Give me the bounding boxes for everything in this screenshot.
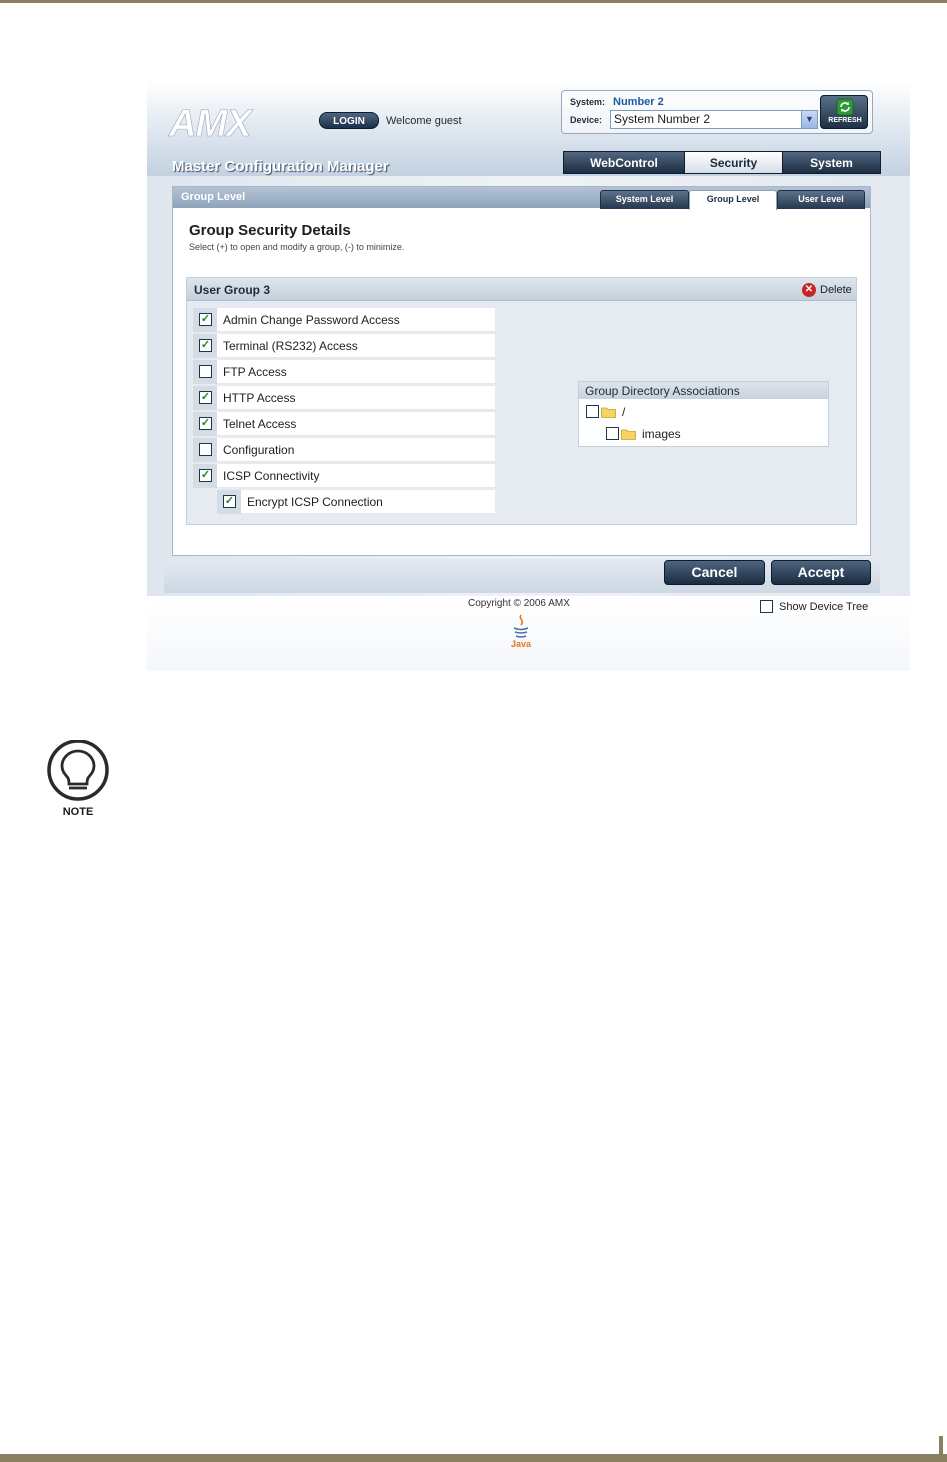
permission-label: FTP Access	[223, 365, 287, 379]
tab-group-level[interactable]: Group Level	[689, 190, 777, 210]
system-label: System:	[570, 97, 606, 107]
permission-label: Admin Change Password Access	[223, 313, 400, 327]
permission-row: ✓ Terminal (RS232) Access	[193, 334, 495, 358]
delete-button[interactable]: Delete	[820, 284, 852, 296]
refresh-icon	[836, 98, 854, 116]
folder-icon	[621, 429, 636, 440]
refresh-button[interactable]: REFRESH	[820, 95, 868, 129]
user-group-header[interactable]: User Group 3 ✕ Delete	[187, 278, 856, 301]
delete-icon[interactable]: ✕	[802, 283, 816, 297]
directory-label[interactable]: /	[622, 405, 625, 419]
permission-row: Configuration	[193, 438, 495, 462]
panel-header: Group Level System Level Group Level Use…	[173, 187, 870, 210]
directory-checkbox[interactable]	[586, 405, 599, 418]
note-lightbulb-icon: NOTE	[47, 740, 109, 818]
device-select-value: System Number 2	[614, 112, 711, 126]
permission-checkbox[interactable]: ✓	[199, 469, 212, 482]
permission-row: ✓ Encrypt ICSP Connection	[217, 490, 495, 514]
app-window: AMX LOGIN Welcome guest System: Number 2…	[147, 81, 910, 671]
java-logo-icon: Java	[511, 614, 532, 649]
permission-checkbox[interactable]	[199, 365, 212, 378]
amx-logo: AMX	[168, 105, 256, 139]
permission-row: ✓ HTTP Access	[193, 386, 495, 410]
system-device-box: System: Number 2 Device: System Number 2…	[561, 90, 873, 134]
show-device-tree-checkbox[interactable]	[760, 600, 773, 613]
permission-label: Configuration	[223, 443, 295, 457]
refresh-label: REFRESH	[828, 117, 862, 124]
details-hint: Select (+) to open and modify a group, (…	[189, 242, 405, 252]
permission-row: ✓ ICSP Connectivity	[193, 464, 495, 488]
permission-checkbox[interactable]: ✓	[199, 339, 212, 352]
directory-item-root: /	[586, 403, 786, 421]
permission-checkbox[interactable]	[199, 443, 212, 456]
svg-text:Java: Java	[511, 639, 532, 649]
directory-title: Group Directory Associations	[585, 384, 740, 398]
svg-text:NOTE: NOTE	[63, 806, 94, 818]
permission-checkbox[interactable]: ✓	[199, 417, 212, 430]
app-title: Master Configuration Manager	[172, 158, 389, 175]
page-corner-mark	[939, 1436, 943, 1456]
directory-label[interactable]: images	[642, 427, 681, 441]
tab-security[interactable]: Security	[684, 151, 783, 174]
device-label: Device:	[570, 115, 603, 125]
welcome-text: Welcome guest	[386, 115, 462, 127]
permission-label: Terminal (RS232) Access	[223, 339, 358, 353]
details-title: Group Security Details	[189, 222, 351, 239]
permission-label: Encrypt ICSP Connection	[247, 495, 383, 509]
directory-checkbox[interactable]	[606, 427, 619, 440]
folder-icon	[601, 407, 616, 418]
permission-label: HTTP Access	[223, 391, 296, 405]
accept-button[interactable]: Accept	[771, 560, 871, 585]
system-value: Number 2	[613, 96, 664, 108]
permission-row: ✓ Telnet Access	[193, 412, 495, 436]
login-button[interactable]: LOGIN	[319, 112, 379, 129]
permission-checkbox[interactable]: ✓	[223, 495, 236, 508]
permission-row: ✓ Admin Change Password Access	[193, 308, 495, 332]
tab-system[interactable]: System	[782, 151, 881, 174]
tab-system-level[interactable]: System Level	[600, 190, 689, 209]
svg-text:AMX: AMX	[168, 105, 254, 139]
directory-item-images: images	[606, 425, 806, 443]
user-group-title: User Group 3	[194, 283, 271, 297]
tab-user-level[interactable]: User Level	[777, 190, 865, 209]
copyright-text: Copyright © 2006 AMX	[468, 598, 570, 609]
permission-label: ICSP Connectivity	[223, 469, 320, 483]
permission-checkbox[interactable]: ✓	[199, 313, 212, 326]
permission-row: FTP Access	[193, 360, 495, 384]
permission-label: Telnet Access	[223, 417, 297, 431]
directory-header: Group Directory Associations	[579, 382, 828, 399]
tab-webcontrol[interactable]: WebControl	[563, 151, 685, 174]
group-level-panel: Group Level System Level Group Level Use…	[172, 186, 871, 556]
panel-header-title: Group Level	[181, 191, 246, 203]
directory-associations-box: Group Directory Associations / images	[578, 381, 829, 447]
page-bottom-rule	[0, 1454, 947, 1462]
chevron-down-icon[interactable]: ▼	[801, 111, 817, 128]
cancel-button[interactable]: Cancel	[664, 560, 765, 585]
user-group-box: User Group 3 ✕ Delete ✓ Admin Change Pas…	[186, 277, 857, 525]
device-select[interactable]: System Number 2 ▼	[610, 110, 818, 129]
permission-checkbox[interactable]: ✓	[199, 391, 212, 404]
page-top-rule	[0, 0, 947, 3]
show-device-tree-label[interactable]: Show Device Tree	[779, 601, 868, 613]
